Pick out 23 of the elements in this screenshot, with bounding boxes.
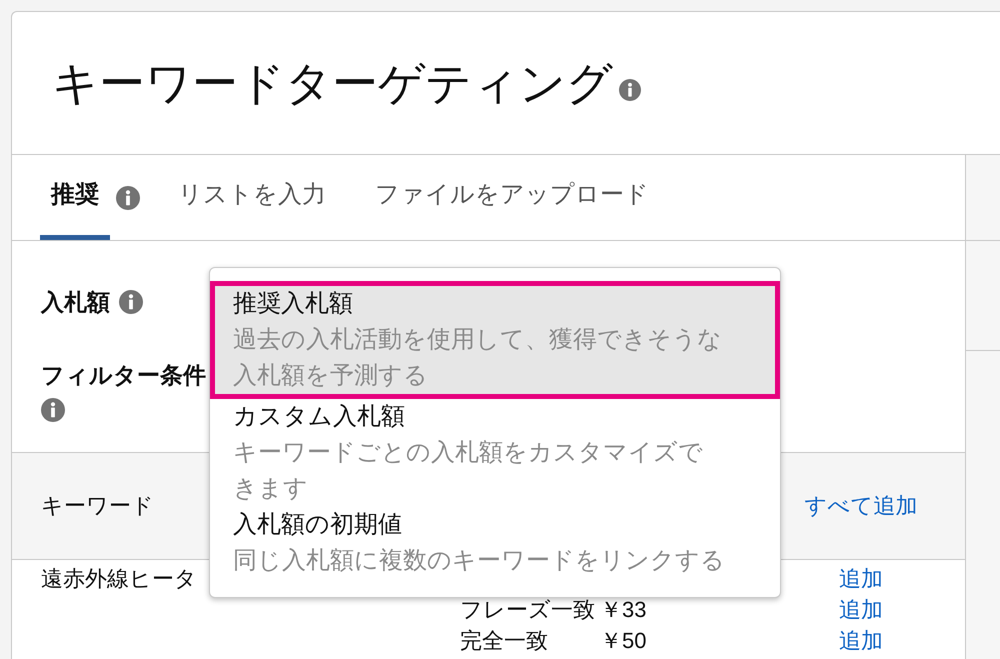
menu-option[interactable]: 入札額の初期値 同じ入札額に複数のキーワードをリンクする — [210, 507, 780, 579]
match-type-cell-text: 完全一致 — [460, 626, 548, 654]
menu-option[interactable]: 推奨入札額 過去の入札活動を使用して、獲得できそうな入札額を予測する — [210, 281, 780, 399]
info-icon[interactable] — [619, 79, 641, 101]
add-link[interactable]: 追加 — [839, 626, 883, 656]
menu-option[interactable]: カスタム入札額 キーワードごとの入札額をカスタマイズできます — [210, 399, 780, 507]
field-label: 入札額 — [41, 288, 110, 317]
info-icon[interactable] — [119, 290, 143, 314]
keyword-cell-text: 遠赤外線ヒータ — [41, 564, 197, 592]
info-icon[interactable] — [41, 398, 65, 422]
info-icon[interactable] — [116, 186, 140, 210]
field-label: フィルター条件 — [41, 361, 206, 390]
match-type-cell-text: フレーズ一致 — [460, 596, 595, 624]
tab[interactable]: リストを入力 — [167, 155, 337, 240]
page-title: キーワードターゲティング — [52, 56, 613, 111]
bid-cell-text: ￥33 — [600, 596, 646, 624]
column-header: キーワード — [41, 492, 154, 520]
tab[interactable]: ファイルをアップロード — [364, 155, 660, 240]
add-link[interactable]: 追加 — [839, 564, 883, 594]
add-link[interactable]: 追加 — [839, 594, 883, 624]
bid-cell-text: ￥50 — [600, 626, 646, 654]
add-all-link[interactable]: すべて追加 — [804, 490, 918, 522]
tab[interactable]: 推奨 — [40, 155, 110, 240]
